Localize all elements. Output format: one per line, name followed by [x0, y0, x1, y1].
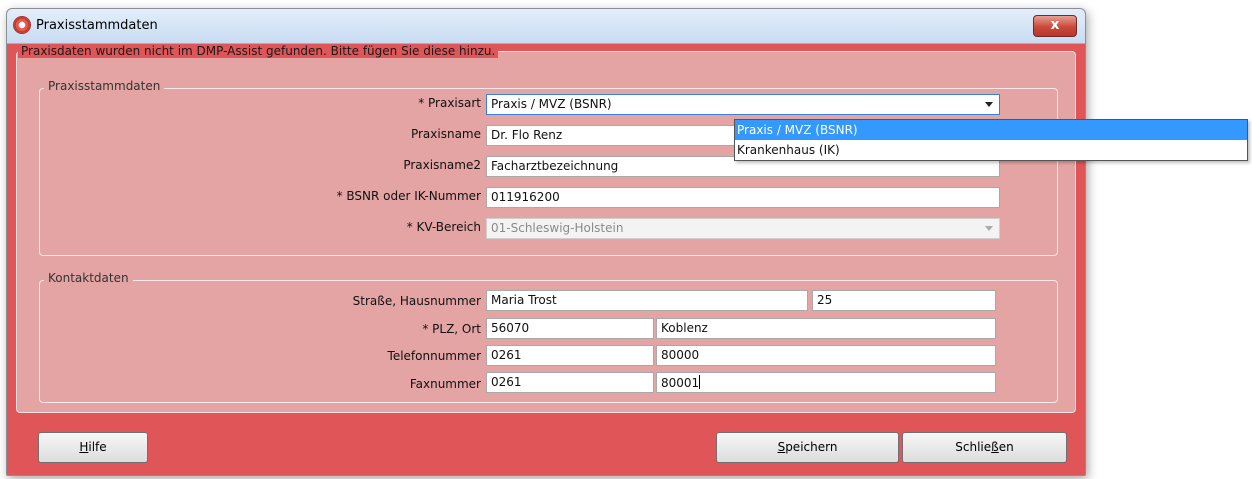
chevron-down-icon[interactable] — [985, 102, 993, 107]
dropdown-option-krankenhaus[interactable]: Krankenhaus (IK) — [735, 140, 1247, 160]
telefon-label: Telefonnummer — [387, 349, 481, 363]
plz-input[interactable]: 56070 — [486, 318, 654, 339]
plz-ort-label: * PLZ, Ort — [422, 322, 481, 336]
fax-nummer-value: 80001 — [661, 376, 700, 390]
kv-bereich-combobox: 01-Schleswig-Holstein — [486, 218, 1000, 239]
app-icon — [14, 17, 30, 33]
schliessen-button[interactable]: Schließen — [902, 432, 1067, 463]
praxisart-label: * Praxisart — [418, 96, 481, 110]
schliessen-label-pre: Schlie — [955, 440, 992, 454]
praxis-group-legend: Praxisstammdaten — [44, 79, 165, 93]
praxisname2-label: Praxisname2 — [403, 158, 481, 172]
hilfe-label: ilfe — [88, 440, 107, 454]
schliessen-label-post: en — [998, 440, 1014, 454]
telefon-nummer-input[interactable]: 80000 — [656, 345, 996, 366]
bsnr-label: * BSNR oder IK-Nummer — [336, 189, 481, 203]
kontakt-group-legend: Kontaktdaten — [44, 271, 133, 285]
telefon-vorwahl-input[interactable]: 0261 — [486, 345, 654, 366]
speichern-label: peichern — [785, 440, 838, 454]
strasse-input[interactable]: Maria Trost — [486, 290, 808, 311]
kv-bereich-label: * KV-Bereich — [406, 220, 481, 234]
praxisname-label: Praxisname — [410, 127, 481, 141]
text-cursor — [699, 375, 701, 389]
strasse-label: Straße, Hausnummer — [352, 294, 481, 308]
speichern-button[interactable]: Speichern — [716, 432, 899, 463]
kv-bereich-value: 01-Schleswig-Holstein — [491, 221, 624, 235]
notice-text: Praxisdaten wurden nicht im DMP-Assist g… — [18, 44, 499, 58]
fax-label: Faxnummer — [409, 377, 481, 391]
chevron-down-icon — [985, 226, 993, 231]
window-title: Praxisstammdaten — [36, 18, 158, 33]
close-button[interactable]: x — [1033, 15, 1077, 37]
praxisart-dropdown-list: Praxis / MVZ (BSNR) Krankenhaus (IK) — [734, 119, 1248, 161]
fax-vorwahl-input[interactable]: 0261 — [486, 372, 654, 393]
title-bar[interactable]: Praxisstammdaten x — [7, 9, 1085, 44]
praxisart-combobox[interactable]: Praxis / MVZ (BSNR) — [486, 94, 1000, 115]
fax-nummer-input[interactable]: 80001 — [656, 372, 996, 393]
dropdown-option-praxis[interactable]: Praxis / MVZ (BSNR) — [735, 120, 1247, 140]
bsnr-input[interactable]: 011916200 — [486, 187, 1000, 208]
hausnummer-input[interactable]: 25 — [812, 290, 996, 311]
schliessen-mnemonic: ß — [991, 440, 999, 454]
ort-input[interactable]: Koblenz — [656, 318, 996, 339]
praxisart-value: Praxis / MVZ (BSNR) — [491, 97, 612, 111]
hilfe-button[interactable]: Hilfe — [38, 432, 148, 463]
